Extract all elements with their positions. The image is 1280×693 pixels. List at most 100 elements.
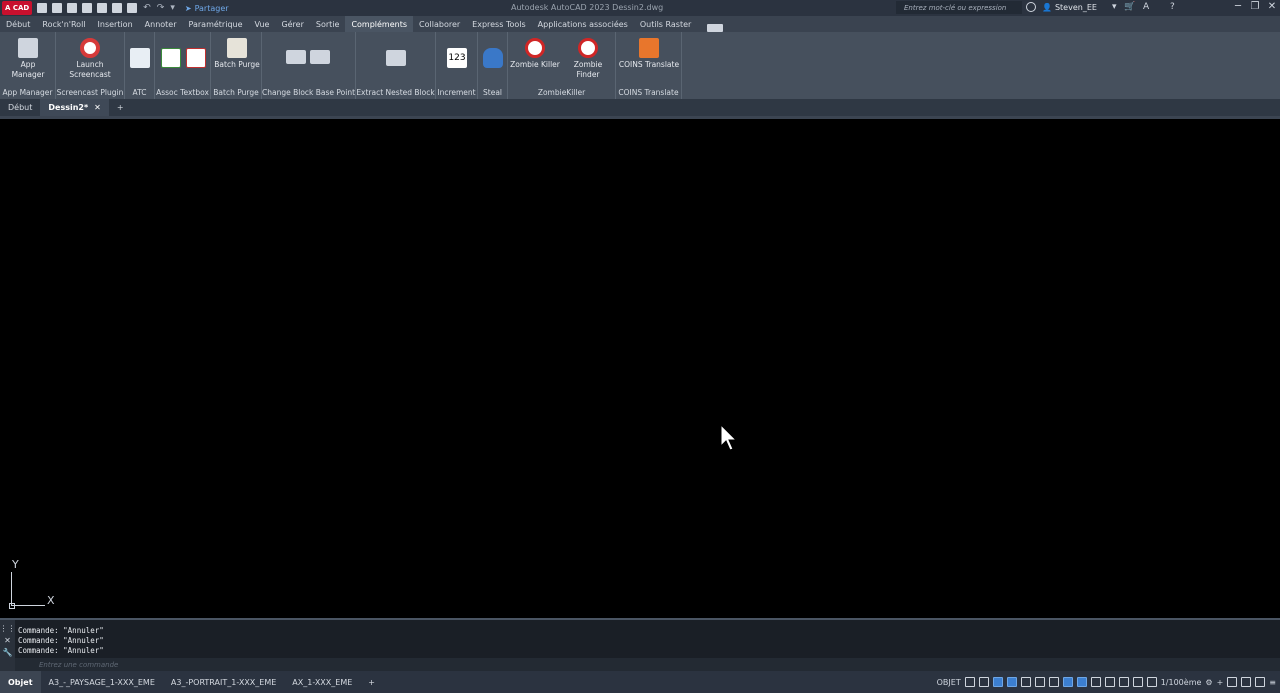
add-layout-button[interactable]: + [360, 671, 383, 693]
save-as-icon[interactable] [82, 3, 93, 13]
polar-icon[interactable] [1020, 677, 1031, 687]
snap-icon[interactable] [978, 677, 989, 687]
minimize-icon[interactable]: ─ [1230, 1, 1246, 12]
drawing-canvas[interactable] [0, 119, 1280, 618]
object-snap-tracking-icon[interactable] [1048, 677, 1059, 687]
batch-purge-button[interactable]: Batch Purge [213, 38, 261, 70]
ribbon-options-icon[interactable] [707, 24, 724, 32]
command-window-handle[interactable]: ⋮⋮ ✕ 🔧 [0, 620, 16, 671]
command-input[interactable]: Entrez une commande [15, 658, 1280, 671]
plus-icon: + [368, 677, 375, 687]
grip-icon[interactable]: ⋮⋮ [0, 624, 16, 633]
plot-icon[interactable] [112, 3, 123, 13]
ucs-x-axis [11, 605, 45, 606]
user-dropdown-icon[interactable]: ▾ [1112, 2, 1117, 12]
share-button[interactable]: ➤ Partager [185, 4, 229, 13]
tab-complements[interactable]: Compléments [345, 16, 414, 32]
doc-tab-dessin2[interactable]: Dessin2* ✕ [40, 99, 109, 116]
tab-applications-associees[interactable]: Applications associées [532, 16, 634, 32]
lineweight-icon[interactable] [1090, 677, 1101, 687]
layout-tab-objet[interactable]: Objet [0, 671, 41, 693]
tab-parametrique[interactable]: Paramétrique [183, 16, 249, 32]
close-tab-icon[interactable]: ✕ [94, 103, 101, 112]
tab-annoter[interactable]: Annoter [139, 16, 183, 32]
app-manager-label: App Manager [11, 60, 45, 79]
layout-tab-a3-portrait[interactable]: A3_-PORTRAIT_1-XXX_EME [163, 671, 284, 693]
help-icon[interactable]: ? [1170, 2, 1175, 12]
app-manager-button[interactable]: App Manager [4, 38, 52, 80]
search-input[interactable]: Entrez mot-clé ou expression [896, 1, 1022, 14]
tab-insertion[interactable]: Insertion [92, 16, 139, 32]
infer-constraints-icon[interactable] [992, 677, 1003, 687]
coins-translate-button[interactable]: COINS Translate [618, 38, 680, 70]
publish-icon[interactable] [97, 3, 108, 13]
fullscreen-icon[interactable] [1255, 677, 1266, 687]
history-line: Commande: "Annuler" [18, 646, 104, 655]
search-icon[interactable] [1026, 2, 1036, 12]
layout-tab-ax[interactable]: AX_1-XXX_EME [284, 671, 360, 693]
steal-button[interactable] [483, 48, 503, 70]
tab-debut[interactable]: Début [0, 16, 36, 32]
coins-translate-icon [639, 38, 659, 58]
change-base-point-retain-button[interactable] [310, 50, 330, 66]
launch-screencast-button[interactable]: Launch Screencast [66, 38, 114, 80]
user-menu[interactable]: 👤 Steven_EE [1042, 3, 1097, 12]
hardware-acceleration-icon[interactable] [1227, 677, 1238, 687]
new-tab-button[interactable]: + [109, 99, 132, 116]
transparency-icon[interactable] [1104, 677, 1115, 687]
tab-gerer[interactable]: Gérer [275, 16, 309, 32]
tab-outils-raster[interactable]: Outils Raster [634, 16, 697, 32]
2d-osnap-icon[interactable] [1076, 677, 1087, 687]
increment-button[interactable]: 123 [446, 48, 468, 70]
zombie-killer-button[interactable]: Zombie Killer [510, 38, 560, 70]
close-icon[interactable]: ✕ [4, 636, 11, 645]
status-tools: OBJET 1/100ème ⚙ + ≡ [937, 671, 1276, 693]
gear-icon[interactable]: ⚙ [1205, 678, 1212, 687]
ucs-origin-icon [9, 603, 15, 609]
isodraft-icon[interactable] [1034, 677, 1045, 687]
selection-cycling-icon[interactable] [1118, 677, 1129, 687]
tab-sortie[interactable]: Sortie [310, 16, 346, 32]
isolate-objects-icon[interactable] [1241, 677, 1252, 687]
print-icon[interactable] [127, 3, 138, 13]
app-logo[interactable]: A CAD [2, 1, 33, 15]
wrench-icon[interactable]: 🔧 [3, 648, 13, 657]
annotation-visibility-icon[interactable] [1146, 677, 1157, 687]
autodesk-a-icon[interactable]: A [1143, 2, 1149, 12]
group-assoc-textbox: Assoc Textbox [155, 32, 211, 99]
add-icon[interactable]: + [1217, 678, 1224, 687]
batch-purge-label: Batch Purge [214, 60, 260, 69]
zombie-finder-button[interactable]: Zombie Finder [562, 38, 614, 80]
extract-block-icon [386, 50, 406, 66]
redo-icon[interactable]: ↷ [157, 3, 165, 13]
extract-nested-block-button[interactable] [386, 50, 406, 68]
close-icon[interactable]: ✕ [1264, 1, 1280, 12]
new-icon[interactable] [37, 3, 48, 13]
model-space-button[interactable]: OBJET [937, 678, 961, 687]
assoc-textbox-add-button[interactable] [160, 48, 182, 70]
change-base-point-button[interactable] [286, 50, 306, 66]
tab-vue[interactable]: Vue [249, 16, 276, 32]
ortho-icon[interactable] [1006, 677, 1017, 687]
plus-icon: + [116, 103, 124, 112]
undo-icon[interactable]: ↶ [143, 3, 151, 13]
osnap-icon[interactable] [1062, 677, 1073, 687]
document-tabs: Début Dessin2* ✕ + [0, 99, 1280, 116]
doc-tab-debut[interactable]: Début [0, 99, 40, 116]
customize-dropdown-icon[interactable]: ▾ [170, 3, 175, 13]
tab-express-tools[interactable]: Express Tools [466, 16, 532, 32]
open-icon[interactable] [52, 3, 63, 13]
grid-icon[interactable] [964, 677, 975, 687]
layout-tab-a3-paysage[interactable]: A3_-_PAYSAGE_1-XXX_EME [41, 671, 163, 693]
assoc-textbox-remove-button[interactable] [185, 48, 207, 70]
save-icon[interactable] [67, 3, 78, 13]
tab-collaborer[interactable]: Collaborer [413, 16, 466, 32]
cart-icon[interactable]: 🛒 [1124, 2, 1135, 12]
annotation-monitor-icon[interactable] [1132, 677, 1143, 687]
restore-icon[interactable]: ❐ [1247, 1, 1263, 12]
annotation-scale-button[interactable]: 1/100ème [1161, 678, 1202, 687]
group-label: Steal [483, 88, 502, 97]
tab-rocknroll[interactable]: Rock'n'Roll [36, 16, 91, 32]
atc-button[interactable] [129, 48, 151, 70]
customization-menu-icon[interactable]: ≡ [1269, 678, 1276, 687]
